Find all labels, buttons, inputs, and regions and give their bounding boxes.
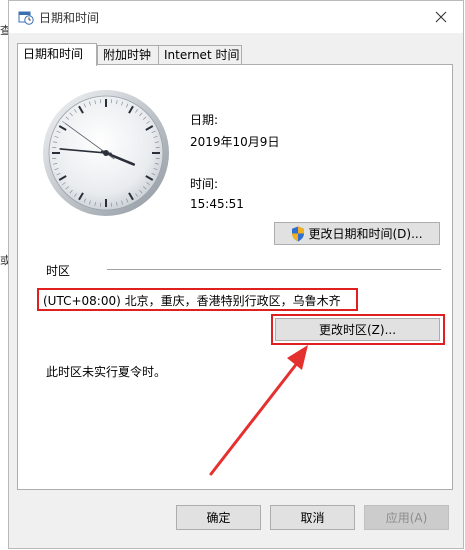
uac-shield-icon xyxy=(292,226,305,241)
timezone-section-label: 时区 xyxy=(46,264,71,278)
change-date-time-button[interactable]: 更改日期和时间(D)... xyxy=(274,222,440,245)
close-button[interactable] xyxy=(419,1,463,33)
tab-internet-time[interactable]: Internet 时间 xyxy=(158,45,242,65)
edge-glyph-top: 查 xyxy=(0,24,8,37)
timezone-divider xyxy=(107,269,441,270)
dst-note: 此时区未实行夏令时。 xyxy=(46,365,167,379)
close-icon xyxy=(435,11,447,23)
ok-label: 确定 xyxy=(206,511,231,525)
apply-label: 应用(A) xyxy=(385,511,428,525)
ok-button[interactable]: 确定 xyxy=(176,505,261,530)
calendar-clock-icon xyxy=(18,11,34,25)
tab-date-time[interactable]: 日期和时间 xyxy=(17,43,97,66)
timezone-value: (UTC+08:00) 北京，重庆，香港特别行政区，乌鲁木齐 xyxy=(43,294,341,308)
cancel-button[interactable]: 取消 xyxy=(270,505,355,530)
change-timezone-button[interactable]: 更改时区(Z)... xyxy=(275,318,440,341)
window-title: 日期和时间 xyxy=(39,11,100,25)
cancel-label: 取消 xyxy=(300,511,325,525)
time-value: 15:45:51 xyxy=(190,197,244,211)
change-date-time-label: 更改日期和时间(D)... xyxy=(308,227,423,241)
clock-center xyxy=(103,150,109,156)
tab-additional-clocks[interactable]: 附加时钟 xyxy=(97,45,159,65)
tab-panel: 日期: 2019年10月9日 时间: 15:45:51 更改日期和时间(D)..… xyxy=(17,64,453,490)
title-bar: 日期和时间 xyxy=(9,1,463,33)
date-label: 日期: xyxy=(190,113,219,127)
apply-button[interactable]: 应用(A) xyxy=(364,505,449,530)
date-value: 2019年10月9日 xyxy=(190,135,280,149)
change-timezone-label: 更改时区(Z)... xyxy=(318,323,397,337)
time-label: 时间: xyxy=(190,177,219,191)
analog-clock xyxy=(43,90,169,216)
edge-glyph-mid: 或 xyxy=(0,254,8,267)
date-time-dialog: 日期和时间 日期和时间 附加时钟 Internet 时间 日期: 2019年10… xyxy=(8,0,464,549)
